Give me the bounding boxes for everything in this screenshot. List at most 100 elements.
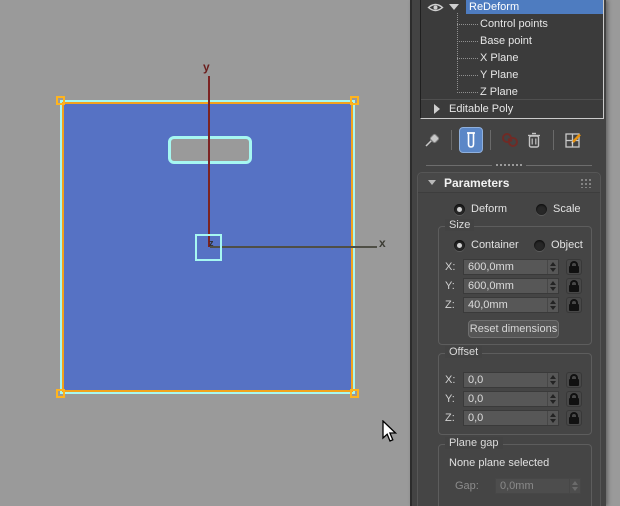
offset-x-value[interactable]: 0,0 [464, 374, 547, 386]
corner-handle-top-right[interactable] [350, 96, 359, 105]
size-z-value[interactable]: 40,0mm [464, 299, 547, 311]
x-axis-line [210, 246, 377, 248]
make-unique-button[interactable] [498, 127, 522, 153]
size-group: Size Container Object X: 600,0mm Y: [438, 226, 592, 345]
tree-branch-line [457, 24, 478, 25]
size-y-lock-button[interactable] [566, 278, 582, 294]
size-z-spinner[interactable] [547, 298, 558, 312]
gap-spinner [569, 479, 580, 493]
size-y-value[interactable]: 600,0mm [464, 280, 547, 292]
container-radio-group[interactable]: Container [454, 239, 519, 251]
size-y-label: Y: [445, 280, 463, 292]
size-y-input[interactable]: 600,0mm [463, 278, 559, 294]
size-z-input[interactable]: 40,0mm [463, 297, 559, 313]
divider-line [426, 165, 492, 166]
modifier-row-redeform[interactable]: ReDeform [421, 0, 603, 14]
scale-radio-group[interactable]: Scale [536, 203, 581, 215]
object-radio[interactable] [534, 240, 545, 251]
offset-z-row: Z: 0,0 [445, 410, 582, 426]
corner-handle-bottom-left[interactable] [56, 389, 65, 398]
toolbar-separator [553, 130, 554, 150]
grip-dots-icon [496, 163, 522, 167]
reset-dimensions-button[interactable]: Reset dimensions [468, 320, 559, 338]
size-group-title: Size [445, 219, 474, 231]
offset-x-row: X: 0,0 [445, 372, 582, 388]
x-axis-label: x [379, 236, 386, 250]
tree-branch-line [457, 75, 478, 76]
chevron-down-icon[interactable] [449, 4, 459, 10]
stack-subitem-control-points[interactable]: Control points [457, 17, 548, 31]
offset-z-value[interactable]: 0,0 [464, 412, 547, 424]
gap-row: Gap: 0,0mm [455, 478, 581, 494]
stack-subitem-x-plane[interactable]: X Plane [457, 51, 519, 65]
z-axis-label: z [209, 238, 214, 248]
trash-icon [526, 131, 542, 149]
offset-z-spinner[interactable] [547, 411, 558, 425]
corner-handle-top-left[interactable] [56, 96, 65, 105]
offset-x-lock-button[interactable] [566, 372, 582, 388]
offset-x-label: X: [445, 374, 463, 386]
deform-radio[interactable] [454, 204, 465, 215]
show-end-result-button[interactable] [459, 127, 483, 153]
stack-subitem-y-plane[interactable]: Y Plane [457, 68, 518, 82]
base-object-label[interactable]: Editable Poly [449, 103, 513, 115]
size-x-label: X: [445, 261, 463, 273]
size-z-lock-button[interactable] [566, 297, 582, 313]
stack-subitem-z-plane[interactable]: Z Plane [457, 85, 518, 99]
deform-radio-label[interactable]: Deform [471, 203, 507, 215]
configure-modifier-sets-button[interactable] [561, 127, 585, 153]
offset-z-lock-button[interactable] [566, 410, 582, 426]
pin-stack-button[interactable] [420, 127, 444, 153]
offset-y-value[interactable]: 0,0 [464, 393, 547, 405]
scale-radio[interactable] [536, 204, 547, 215]
subitem-label[interactable]: Base point [478, 35, 532, 47]
corner-handle-bottom-right[interactable] [350, 389, 359, 398]
panel-resize-grip[interactable] [426, 162, 592, 168]
object-radio-label[interactable]: Object [551, 239, 583, 251]
stack-item-editable-poly[interactable]: Editable Poly [421, 99, 603, 118]
selected-modifier-label[interactable]: ReDeform [466, 0, 603, 14]
subitem-label[interactable]: Control points [478, 18, 548, 30]
visibility-eye-icon[interactable] [427, 2, 444, 13]
subitem-label[interactable]: Y Plane [478, 69, 518, 81]
size-x-lock-button[interactable] [566, 259, 582, 275]
parameters-rollout-header[interactable]: Parameters [418, 173, 600, 193]
size-y-spinner[interactable] [547, 279, 558, 293]
offset-y-lock-button[interactable] [566, 391, 582, 407]
container-radio-label[interactable]: Container [471, 239, 519, 251]
modifier-stack-list[interactable]: ReDeform Control points Base point X Pla… [420, 0, 604, 119]
size-x-spinner[interactable] [547, 260, 558, 274]
modifier-stack-toolbar [420, 126, 600, 154]
deform-radio-group[interactable]: Deform [454, 203, 507, 215]
remove-modifier-button[interactable] [522, 127, 546, 153]
offset-y-input[interactable]: 0,0 [463, 391, 559, 407]
subitem-label[interactable]: X Plane [478, 52, 519, 64]
offset-x-input[interactable]: 0,0 [463, 372, 559, 388]
subitem-label[interactable]: Z Plane [478, 86, 518, 98]
offset-z-label: Z: [445, 412, 463, 424]
size-z-row: Z: 40,0mm [445, 297, 582, 313]
viewport[interactable]: y x z [0, 0, 410, 506]
chevron-right-icon[interactable] [434, 104, 440, 114]
size-y-row: Y: 600,0mm [445, 278, 582, 294]
control-point-slot[interactable] [168, 136, 252, 164]
tree-branch-line [457, 92, 478, 93]
tree-branch-line [457, 58, 478, 59]
rollout-title: Parameters [444, 176, 580, 190]
toolbar-separator [451, 130, 452, 150]
rollout-drag-grip-icon[interactable] [580, 178, 592, 188]
stack-subitem-base-point[interactable]: Base point [457, 34, 532, 48]
offset-group-title: Offset [445, 346, 482, 358]
size-x-input[interactable]: 600,0mm [463, 259, 559, 275]
pin-stack-icon [423, 131, 441, 149]
rollout-collapse-icon[interactable] [428, 180, 436, 185]
container-radio[interactable] [454, 240, 465, 251]
offset-x-spinner[interactable] [547, 373, 558, 387]
scale-radio-label[interactable]: Scale [553, 203, 581, 215]
size-x-row: X: 600,0mm [445, 259, 582, 275]
gap-value: 0,0mm [496, 480, 569, 492]
object-radio-group[interactable]: Object [534, 239, 583, 251]
size-x-value[interactable]: 600,0mm [464, 261, 547, 273]
offset-y-spinner[interactable] [547, 392, 558, 406]
offset-z-input[interactable]: 0,0 [463, 410, 559, 426]
